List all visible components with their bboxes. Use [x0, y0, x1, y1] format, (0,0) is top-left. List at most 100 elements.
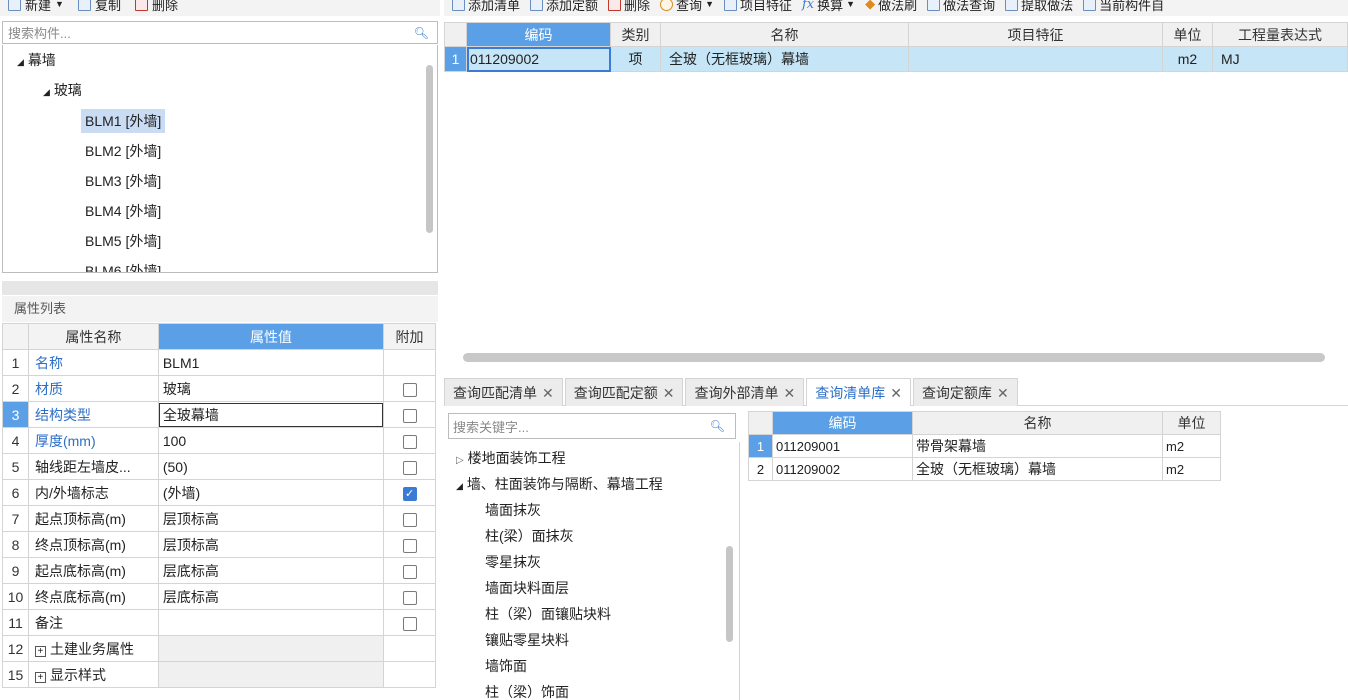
tab-external-bill[interactable]: 查询外部清单 ✕	[685, 378, 805, 406]
library-leaf[interactable]: 柱(梁）面抹灰	[485, 523, 574, 549]
grid-horizontal-scrollbar[interactable]	[463, 353, 1325, 362]
tab-match-quota[interactable]: 查询匹配定额 ✕	[564, 378, 684, 406]
property-row[interactable]: 4 厚度(mm) 100	[2, 427, 436, 454]
new-button[interactable]: 新建 ▼	[8, 0, 64, 14]
library-leaf[interactable]: 镶贴零星块料	[485, 627, 569, 653]
component-search-input[interactable]: 搜索构件... 🔍︎	[2, 21, 438, 44]
library-tree-scrollbar[interactable]	[726, 546, 733, 642]
extra-checkbox[interactable]	[402, 590, 417, 605]
unit-cell[interactable]: m2	[1162, 46, 1213, 72]
panel-splitter[interactable]	[2, 281, 438, 295]
code-cell[interactable]: 011209001	[772, 434, 913, 458]
property-value[interactable]: 层顶标高	[157, 531, 385, 558]
code-cell[interactable]: 011209002	[466, 46, 611, 72]
property-value[interactable]: (50)	[157, 453, 385, 480]
close-icon[interactable]: ✕	[542, 385, 554, 401]
property-row[interactable]: 2 材质 玻璃	[2, 375, 436, 402]
method-row[interactable]: 1 011209002 项 全玻（无框玻璃）幕墙 m2 MJ	[444, 46, 1348, 72]
unit-cell[interactable]: m2	[1162, 434, 1221, 458]
collapse-icon[interactable]: ◢	[456, 481, 463, 491]
extra-checkbox[interactable]	[402, 460, 417, 475]
convert-button[interactable]: fx 换算 ▼	[802, 0, 855, 14]
tree-item-blm6[interactable]: BLM6 [外墙]	[85, 259, 161, 272]
collapse-icon[interactable]: ◢	[43, 87, 50, 97]
tree-item-blm5[interactable]: BLM5 [外墙]	[85, 229, 161, 253]
unit-cell[interactable]: m2	[1162, 457, 1221, 481]
item-feature-button[interactable]: 项目特征	[723, 0, 792, 14]
close-icon[interactable]: ✕	[997, 385, 1009, 401]
extra-checkbox[interactable]	[402, 616, 417, 631]
tab-quota-library[interactable]: 查询定额库 ✕	[912, 378, 1018, 406]
expand-icon[interactable]: +	[34, 645, 46, 657]
property-group-row[interactable]: 12 + 土建业务属性	[2, 635, 436, 662]
property-row[interactable]: 9 起点底标高(m) 层底标高	[2, 557, 436, 584]
name-cell[interactable]: 带骨架幕墙	[912, 434, 1163, 458]
expand-icon[interactable]: +	[34, 671, 46, 683]
property-value[interactable]	[157, 609, 385, 636]
extra-checkbox[interactable]	[402, 564, 417, 579]
property-group-name[interactable]: + 显示样式	[27, 661, 159, 688]
delete-method-button[interactable]: 删除	[608, 0, 650, 14]
extra-checkbox[interactable]	[402, 434, 417, 449]
tab-match-bill[interactable]: 查询匹配清单 ✕	[444, 378, 563, 406]
property-group-name[interactable]: + 土建业务属性	[27, 635, 159, 662]
property-value-editor[interactable]: 全玻幕墙	[157, 401, 385, 428]
feature-cell[interactable]	[908, 46, 1163, 72]
add-quota-button[interactable]: 添加定额	[530, 0, 598, 14]
library-row[interactable]: 2 011209002 全玻（无框玻璃）幕墙 m2	[748, 457, 1221, 481]
add-bill-button[interactable]: 添加清单	[452, 0, 520, 14]
tab-bill-library[interactable]: 查询清单库 ✕	[806, 378, 911, 406]
library-leaf[interactable]: 柱（梁）面镶贴块料	[485, 601, 611, 627]
query-button[interactable]: 查询 ▼	[660, 0, 714, 14]
tree-item-blm3[interactable]: BLM3 [外墙]	[85, 169, 161, 193]
tree-item-blm1[interactable]: BLM1 [外墙]	[81, 109, 166, 133]
property-row[interactable]: 8 终点顶标高(m) 层顶标高	[2, 531, 436, 558]
type-cell[interactable]: 项	[610, 46, 661, 72]
method-query-button[interactable]: 做法查询	[927, 0, 995, 14]
library-leaf[interactable]: 墙面块料面层	[485, 575, 569, 601]
extra-checkbox-checked[interactable]: ✓	[402, 486, 417, 501]
library-node[interactable]: ▷ 楼地面装饰工程	[456, 445, 566, 471]
property-row[interactable]: 6 内/外墙标志 (外墙) ✓	[2, 479, 436, 506]
extra-checkbox[interactable]	[402, 538, 417, 553]
property-value[interactable]: 层底标高	[157, 557, 385, 584]
close-icon[interactable]: ✕	[663, 385, 675, 401]
expand-icon[interactable]: ▷	[456, 455, 464, 466]
property-row[interactable]: 5 轴线距左墙皮... (50)	[2, 453, 436, 480]
name-cell[interactable]: 全玻（无框玻璃）幕墙	[912, 457, 1163, 481]
tree-item-blm2[interactable]: BLM2 [外墙]	[85, 139, 161, 163]
current-component-button[interactable]: 当前构件自	[1083, 0, 1164, 14]
copy-button[interactable]: 复制	[77, 0, 121, 14]
method-brush-button[interactable]: ◆ 做法刷	[865, 0, 917, 14]
property-row[interactable]: 7 起点顶标高(m) 层顶标高	[2, 505, 436, 532]
code-cell[interactable]: 011209002	[772, 457, 913, 481]
property-value[interactable]: (外墙)	[157, 479, 385, 506]
property-group-row[interactable]: 15 + 显示样式	[2, 661, 436, 688]
keyword-search-input[interactable]: 搜索关键字... 🔍︎	[448, 413, 736, 439]
search-icon[interactable]: 🔍︎	[710, 419, 725, 433]
close-icon[interactable]: ✕	[783, 385, 795, 401]
tree-node-glass[interactable]: ◢ 玻璃	[43, 78, 82, 102]
tree-scrollbar[interactable]	[426, 65, 433, 233]
extra-checkbox[interactable]	[402, 408, 417, 423]
property-row[interactable]: 11 备注	[2, 609, 436, 636]
library-leaf[interactable]: 墙饰面	[485, 653, 527, 679]
tree-node-curtain-wall[interactable]: ◢ 幕墙	[17, 48, 56, 72]
search-icon[interactable]: 🔍︎	[414, 26, 429, 40]
name-cell[interactable]: 全玻（无框玻璃）幕墙	[660, 46, 909, 72]
library-leaf[interactable]: 零星抹灰	[485, 549, 541, 575]
property-value[interactable]: BLM1	[157, 349, 385, 376]
property-value[interactable]: 层底标高	[157, 583, 385, 610]
library-row[interactable]: 1 011209001 带骨架幕墙 m2	[748, 434, 1221, 458]
collapse-icon[interactable]: ◢	[17, 57, 24, 67]
property-value[interactable]: 100	[157, 427, 385, 454]
library-leaf[interactable]: 柱（梁）饰面	[485, 679, 569, 700]
tree-item-blm4[interactable]: BLM4 [外墙]	[85, 199, 161, 223]
property-row[interactable]: 10 终点底标高(m) 层底标高	[2, 583, 436, 610]
property-row[interactable]: 3 结构类型 全玻幕墙	[2, 401, 436, 428]
delete-button[interactable]: 删除	[134, 0, 178, 14]
expr-cell[interactable]: MJ	[1212, 46, 1348, 72]
property-row[interactable]: 1 名称 BLM1	[2, 349, 436, 376]
extra-checkbox[interactable]	[402, 512, 417, 527]
library-node[interactable]: ◢ 墙、柱面装饰与隔断、幕墙工程	[456, 471, 663, 497]
